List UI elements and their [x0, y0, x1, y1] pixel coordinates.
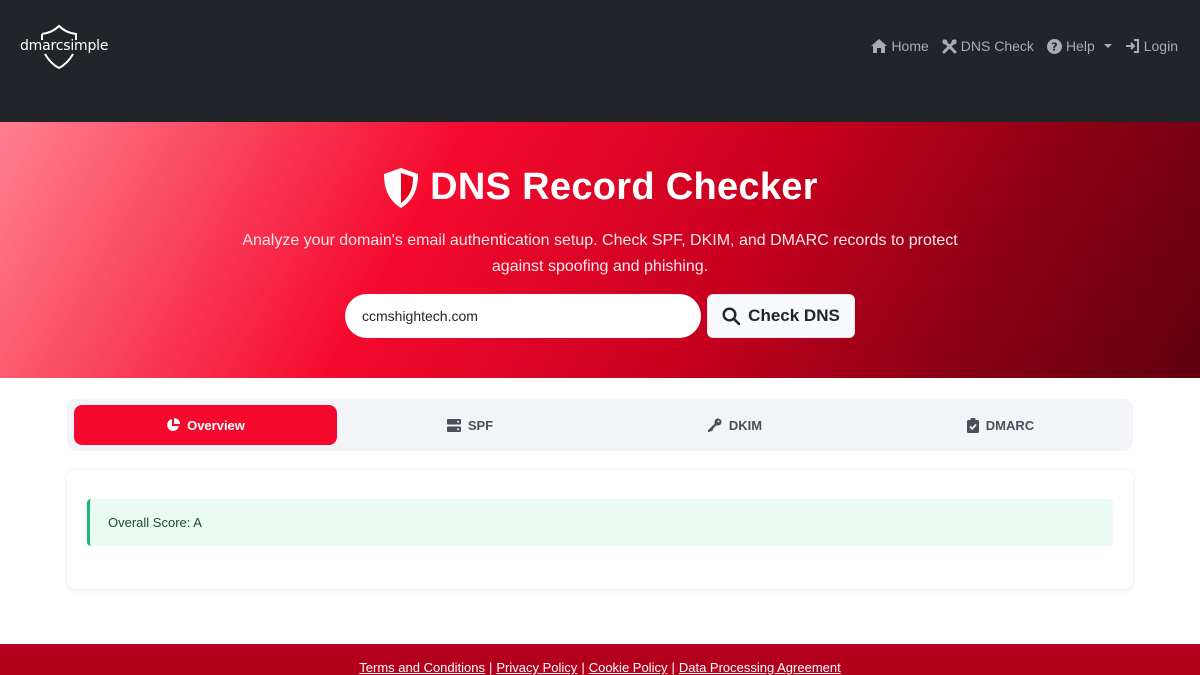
home-icon — [871, 39, 888, 53]
nav-help-label: Help — [1065, 38, 1095, 54]
tab-spf-label: SPF — [467, 417, 494, 433]
data-processing-agreement-link[interactable]: Data Processing Agreement — [679, 660, 841, 675]
page-title: DNS Record Checker — [430, 166, 818, 208]
terms-link[interactable]: Terms and Conditions — [359, 660, 485, 675]
clipboard-check-icon — [966, 417, 979, 433]
tab-dmarc-label: DMARC — [985, 417, 1035, 433]
hero-subtitle: Analyze your domain's email authenticati… — [242, 232, 958, 275]
pie-chart-icon — [167, 418, 181, 431]
check-dns-button[interactable]: Check DNS — [707, 294, 855, 338]
nav-help-dropdown[interactable]: ? Help — [1046, 38, 1112, 54]
privacy-policy-link[interactable]: Privacy Policy — [496, 660, 577, 675]
footer: Terms and Conditions | Privacy Policy | … — [0, 644, 1200, 675]
svg-text:?: ? — [1051, 40, 1057, 53]
nav-home[interactable]: Home — [871, 38, 929, 54]
nav-login-label: Login — [1143, 38, 1178, 54]
footer-separator: | — [489, 660, 493, 675]
tab-dkim-label: DKIM — [728, 417, 763, 433]
nav-dns-check[interactable]: DNS Check — [942, 38, 1034, 54]
key-icon — [707, 418, 722, 432]
hero-title-row: DNS Record Checker — [0, 166, 1200, 209]
result-card: Overall Score: A — [67, 470, 1133, 589]
tools-icon — [942, 39, 957, 53]
brand-logo[interactable]: dmarcsimple — [18, 24, 108, 70]
footer-links: Terms and Conditions | Privacy Policy | … — [0, 660, 1200, 675]
server-icon — [446, 418, 461, 432]
record-tabs: Overview SPF DKIM DMARC — [67, 399, 1133, 451]
nav-login[interactable]: Login — [1125, 38, 1178, 54]
sign-in-icon — [1125, 39, 1139, 53]
domain-search-input[interactable] — [345, 294, 701, 338]
tab-overview[interactable]: Overview — [74, 405, 337, 445]
question-circle-icon: ? — [1046, 38, 1062, 54]
shield-icon — [384, 167, 419, 208]
brand-name: dmarcsimple — [20, 38, 109, 54]
overall-score-text: Overall Score: A — [108, 515, 202, 530]
main-nav: Home DNS Check ? Help Login — [871, 38, 1178, 54]
navbar: dmarcsimple Home DNS Check ? Help Login — [0, 0, 1200, 122]
check-dns-label: Check DNS — [748, 306, 840, 325]
chevron-down-icon — [1103, 44, 1112, 48]
tab-overview-label: Overview — [187, 417, 245, 433]
overall-score-alert: Overall Score: A — [87, 499, 1113, 546]
hero-banner: DNS Record Checker Analyze your domain's… — [0, 122, 1200, 378]
nav-home-label: Home — [891, 38, 929, 54]
footer-separator: | — [671, 660, 675, 675]
tab-dkim[interactable]: DKIM — [603, 405, 867, 445]
tab-dmarc[interactable]: DMARC — [875, 405, 1126, 445]
tab-spf[interactable]: SPF — [345, 405, 595, 445]
nav-dns-check-label: DNS Check — [960, 38, 1034, 54]
cookie-policy-link[interactable]: Cookie Policy — [589, 660, 668, 675]
search-icon — [722, 307, 741, 325]
footer-separator: | — [581, 660, 585, 675]
